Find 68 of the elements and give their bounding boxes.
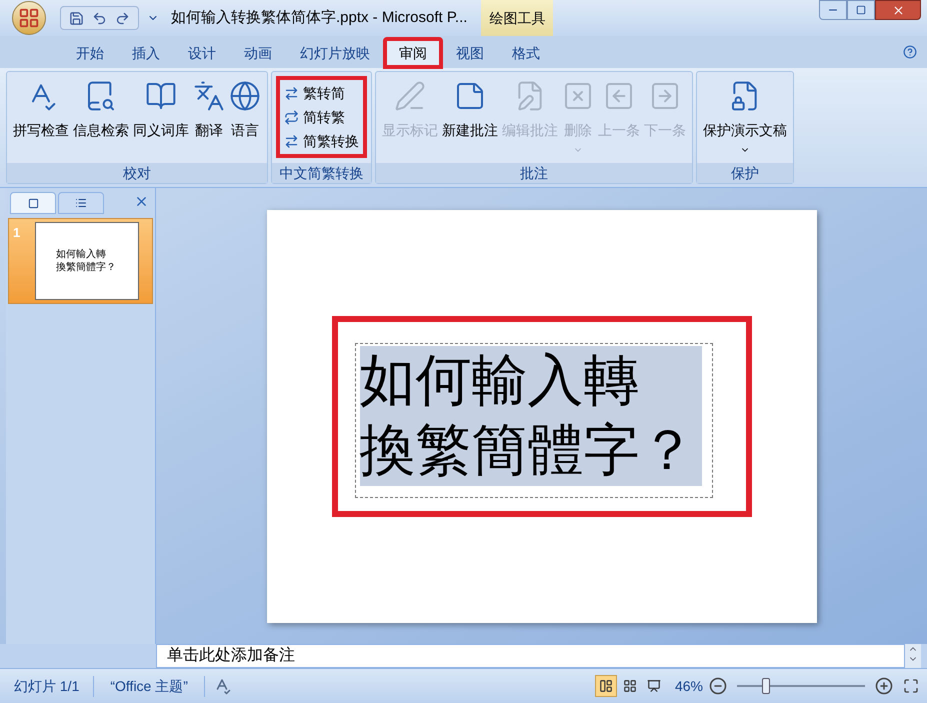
slides-tab[interactable] bbox=[10, 192, 56, 214]
ribbon-small-button[interactable]: 简转繁 bbox=[284, 106, 359, 128]
scrollbar[interactable] bbox=[905, 644, 921, 668]
delete-icon bbox=[562, 80, 594, 112]
slide-thumbnail[interactable]: 如何輸入轉 換繁簡體字？ bbox=[35, 222, 139, 300]
book-icon bbox=[145, 80, 177, 112]
slide-text: 換繁簡體字？ bbox=[360, 416, 702, 486]
slide-thumbnail-row[interactable]: 1 如何輸入轉 換繁簡體字？ bbox=[8, 218, 153, 304]
convert-icon bbox=[284, 86, 299, 100]
maximize-button[interactable] bbox=[847, 0, 875, 20]
contextual-tab-label: 绘图工具 bbox=[481, 0, 554, 36]
office-button[interactable] bbox=[12, 1, 46, 35]
ribbon-small-button[interactable]: 简繁转换 bbox=[284, 130, 359, 152]
window-title: 如何输入转换繁体简体字.pptx - Microsoft P... bbox=[171, 8, 468, 28]
help-icon[interactable] bbox=[903, 45, 917, 59]
group-label: 保护 bbox=[697, 163, 793, 183]
zoom-slider-thumb[interactable] bbox=[762, 678, 770, 694]
ribbon-tab[interactable]: 审阅 bbox=[384, 38, 442, 68]
view-icon bbox=[646, 679, 661, 693]
group-label: 校对 bbox=[7, 163, 267, 183]
thumbnail-text: 如何輸入轉 bbox=[56, 248, 107, 261]
save-icon[interactable] bbox=[69, 10, 84, 26]
globe-icon bbox=[229, 80, 261, 112]
ribbon-tab[interactable]: 插入 bbox=[118, 38, 174, 68]
ribbon-tab[interactable]: 动画 bbox=[230, 38, 286, 68]
ribbon-large-button[interactable]: 新建批注 bbox=[440, 76, 500, 141]
ribbon-tab[interactable]: 格式 bbox=[498, 38, 554, 68]
group-label: 中文简繁转换 bbox=[272, 163, 371, 183]
close-button[interactable] bbox=[875, 0, 921, 20]
ribbon-tab[interactable]: 设计 bbox=[174, 38, 230, 68]
ribbon-small-button[interactable]: 繁转简 bbox=[284, 82, 359, 104]
convert-icon bbox=[284, 134, 299, 148]
slide-text: 如何輸入轉 bbox=[360, 346, 702, 416]
close-icon[interactable] bbox=[134, 194, 149, 209]
ribbon-large-button[interactable]: 语言 bbox=[227, 76, 263, 141]
close-icon bbox=[892, 4, 904, 16]
ribbon-tab[interactable]: 视图 bbox=[442, 38, 498, 68]
convert-icon bbox=[284, 110, 299, 124]
slide-icon bbox=[28, 198, 38, 208]
outline-tab[interactable] bbox=[58, 192, 104, 214]
ribbon-large-button[interactable]: 翻译 bbox=[191, 76, 227, 141]
notes-field[interactable]: 单击此处添加备注 bbox=[156, 644, 905, 668]
fit-window-icon[interactable] bbox=[903, 678, 919, 694]
view-icon bbox=[598, 679, 613, 693]
book-search-icon bbox=[85, 80, 117, 112]
undo-icon[interactable] bbox=[92, 10, 107, 26]
ribbon-large-button[interactable]: 同义词库 bbox=[131, 76, 191, 141]
ribbon-tab[interactable]: 幻灯片放映 bbox=[286, 38, 384, 68]
office-logo-icon bbox=[18, 7, 40, 29]
zoom-out-icon[interactable] bbox=[709, 677, 727, 695]
theme-name: “Office 主题” bbox=[94, 676, 205, 696]
slide-number: 1 bbox=[12, 224, 22, 242]
ribbon-large-button[interactable]: 信息检索 bbox=[71, 76, 131, 141]
pen-icon bbox=[394, 80, 426, 112]
group-label: 批注 bbox=[376, 163, 692, 183]
ribbon-large-button[interactable]: 拼写检查 bbox=[11, 76, 71, 141]
normal-view-button[interactable] bbox=[594, 675, 617, 697]
ribbon-large-button[interactable]: 保护演示文稿 bbox=[701, 76, 789, 155]
view-icon bbox=[622, 679, 637, 693]
slide-count: 幻灯片 1/1 bbox=[0, 676, 94, 696]
zoom-in-icon[interactable] bbox=[875, 677, 893, 695]
ribbon-tab[interactable]: 开始 bbox=[62, 38, 118, 68]
translate-icon bbox=[193, 80, 225, 112]
note-icon bbox=[454, 80, 486, 112]
maximize-icon bbox=[856, 5, 866, 15]
thumbnail-text: 換繁簡體字？ bbox=[56, 261, 117, 274]
zoom-level: 46% bbox=[674, 676, 703, 696]
redo-icon[interactable] bbox=[115, 10, 130, 26]
